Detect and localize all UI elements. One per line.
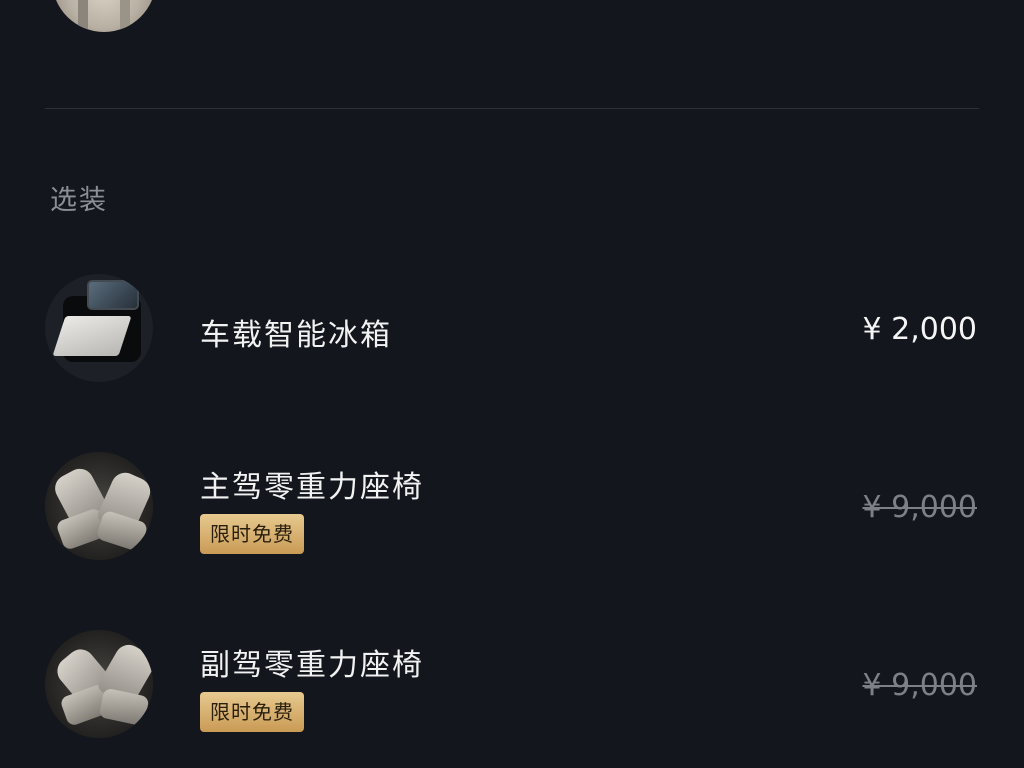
options-page: 选装 车载智能冰箱 ¥ 2,000 主驾零重力座椅 限时免费 ¥ 9,000 副… bbox=[0, 0, 1024, 768]
option-original-price: ¥ 9,000 bbox=[862, 668, 977, 703]
thumbnail-stripe bbox=[120, 0, 130, 32]
previous-item-thumbnail[interactable] bbox=[52, 0, 156, 32]
option-name: 主驾零重力座椅 bbox=[200, 470, 424, 505]
thumbnail-stripe bbox=[78, 0, 88, 32]
limited-time-free-badge: 限时免费 bbox=[200, 514, 304, 554]
option-item-fridge[interactable]: 车载智能冰箱 ¥ 2,000 bbox=[0, 272, 1024, 392]
driver-seat-image bbox=[45, 452, 153, 560]
section-divider bbox=[45, 108, 979, 109]
limited-time-free-badge: 限时免费 bbox=[200, 692, 304, 732]
fridge-screen bbox=[87, 280, 139, 310]
option-name: 副驾零重力座椅 bbox=[200, 648, 424, 683]
option-name: 车载智能冰箱 bbox=[200, 318, 392, 353]
option-item-driver-seat[interactable]: 主驾零重力座椅 限时免费 ¥ 9,000 bbox=[0, 450, 1024, 570]
passenger-seat-image bbox=[45, 630, 153, 738]
option-item-passenger-seat[interactable]: 副驾零重力座椅 限时免费 ¥ 9,000 bbox=[0, 628, 1024, 748]
option-price: ¥ 2,000 bbox=[862, 312, 977, 347]
fridge-image bbox=[45, 274, 153, 382]
fridge-drawer bbox=[52, 316, 132, 356]
option-original-price: ¥ 9,000 bbox=[862, 490, 977, 525]
section-title: 选装 bbox=[50, 185, 108, 216]
